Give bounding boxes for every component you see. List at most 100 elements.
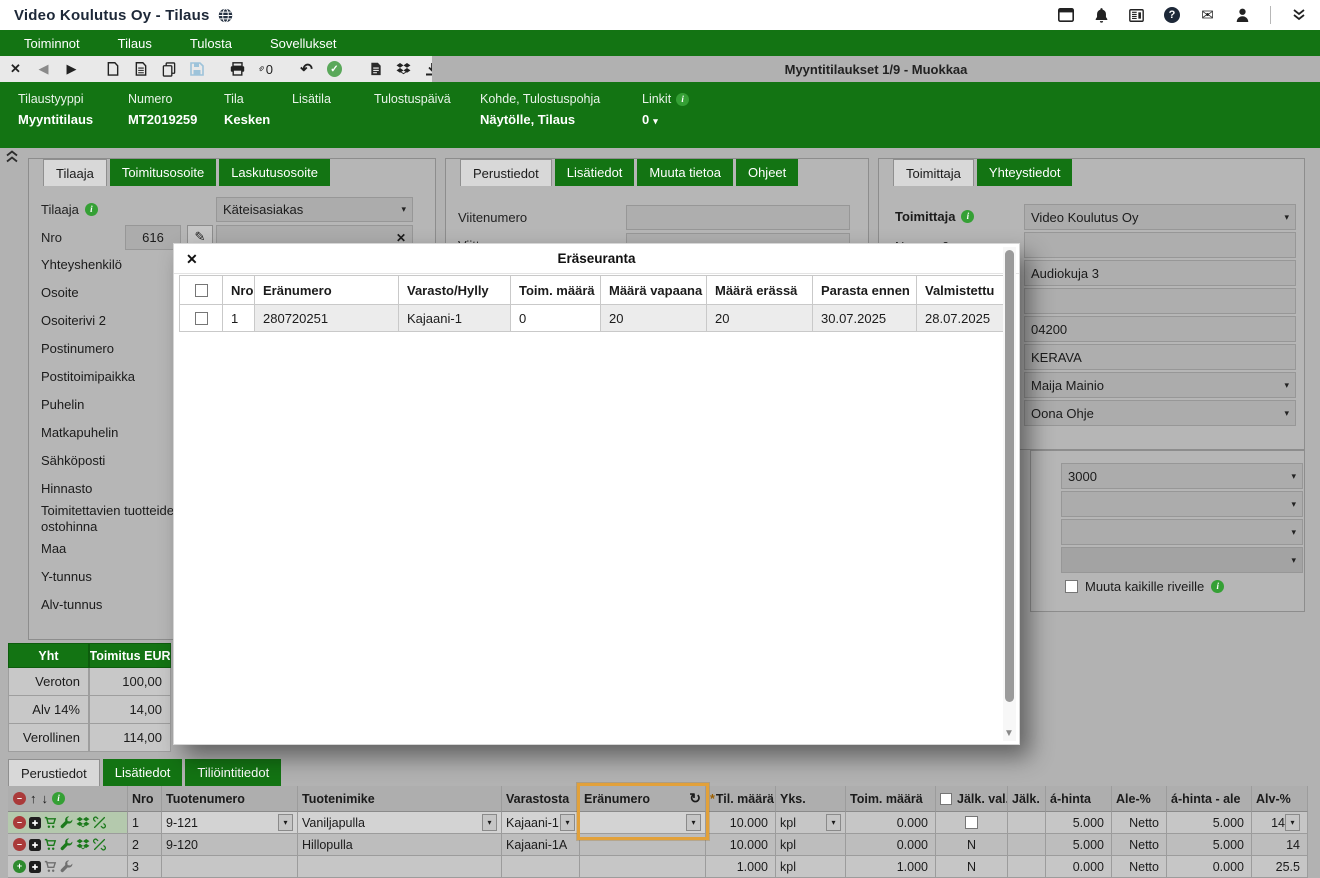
chevron-down-icon[interactable]: ▾ xyxy=(395,204,406,215)
copy-document-icon[interactable] xyxy=(161,62,176,77)
dropdown-arrow-icon[interactable]: ▾ xyxy=(1285,814,1300,831)
chevron-down-icon[interactable]: ▾ xyxy=(1278,212,1289,223)
wrench-icon[interactable] xyxy=(60,816,73,829)
open-document-icon[interactable] xyxy=(133,62,148,76)
cell-eranumero xyxy=(580,834,706,856)
jalk-val-header-checkbox[interactable] xyxy=(940,793,952,805)
dropdown-arrow-icon[interactable]: ▾ xyxy=(686,814,701,831)
copy-row-icon[interactable] xyxy=(29,817,41,829)
tab-laskutusosoite[interactable]: Laskutusosoite xyxy=(219,159,330,186)
mail-icon[interactable]: ✉ xyxy=(1200,8,1215,23)
chevron-down-icon[interactable]: ▾ xyxy=(1278,380,1289,391)
tab-lines-lisatiedot[interactable]: Lisätiedot xyxy=(103,759,183,786)
undo-icon[interactable]: ↶ xyxy=(299,62,314,77)
move-up-arrow-icon[interactable]: ↑ xyxy=(29,791,38,806)
menu-tulosta[interactable]: Tulosta xyxy=(190,36,232,51)
header-field-5: Kohde, TulostuspohjaNäytölle, Tilaus xyxy=(480,92,628,148)
customer-select-combobox[interactable]: Käteisasiakas▾ xyxy=(216,197,413,222)
unlink-icon[interactable] xyxy=(93,838,106,851)
copy-row-icon[interactable] xyxy=(29,839,41,851)
chevron-down-icon[interactable]: ▾ xyxy=(1285,471,1296,482)
dropbox-icon[interactable] xyxy=(76,839,90,851)
notifications-bell-icon[interactable] xyxy=(1094,8,1109,23)
tab-lines-tiliointitiedot[interactable]: Tiliöintitiedot xyxy=(185,759,281,786)
cell-eranumero[interactable]: ▾ xyxy=(580,812,706,834)
tab-perustiedot[interactable]: Perustiedot xyxy=(460,159,552,186)
modal-scrollbar[interactable]: ▼ xyxy=(1003,247,1016,741)
row-default-field-0[interactable]: 3000▾ xyxy=(1061,463,1303,489)
new-document-icon[interactable] xyxy=(105,62,120,76)
cell-yks[interactable]: kpl▾ xyxy=(776,812,846,834)
dropdown-arrow-icon[interactable]: ▾ xyxy=(482,814,497,831)
cell-tuotenumero[interactable]: 9-121▾ xyxy=(162,812,298,834)
approve-icon[interactable]: ✓ xyxy=(327,61,342,77)
tab-muuta-tietoa[interactable]: Muuta tietoa xyxy=(637,159,733,186)
print-icon[interactable] xyxy=(230,62,245,76)
cell-tuotenimike[interactable]: Vaniljapulla▾ xyxy=(298,812,502,834)
chevron-down-icon[interactable]: ▾ xyxy=(1285,527,1296,538)
row-default-field-1[interactable]: ▾ xyxy=(1061,491,1303,517)
dropdown-arrow-icon[interactable]: ▾ xyxy=(826,814,841,831)
apply-all-rows-checkbox[interactable] xyxy=(1065,580,1078,593)
wrench-icon[interactable] xyxy=(60,860,73,873)
cart-icon[interactable] xyxy=(44,838,57,851)
previous-record-icon[interactable]: ◀ xyxy=(36,61,51,77)
modal-scrollbar-thumb[interactable] xyxy=(1005,250,1014,702)
close-record-icon[interactable]: ✕ xyxy=(8,61,23,77)
collapse-panel-chevron-icon[interactable] xyxy=(5,150,19,166)
dropbox-icon[interactable] xyxy=(76,817,90,829)
tab-toimittaja[interactable]: Toimittaja xyxy=(893,159,974,186)
tab-tilaaja[interactable]: Tilaaja xyxy=(43,159,107,186)
collapse-header-chevron-icon[interactable] xyxy=(1291,9,1306,21)
cart-icon[interactable] xyxy=(44,816,57,829)
cell-alv_pros[interactable]: 14▾ xyxy=(1252,812,1308,834)
help-icon[interactable]: ? xyxy=(1164,7,1180,23)
user-icon[interactable] xyxy=(1235,8,1250,22)
cell-a_hinta: 5.000 xyxy=(1046,812,1112,834)
unlink-icon[interactable] xyxy=(93,816,106,829)
tab-lines-perustiedot[interactable]: Perustiedot xyxy=(8,759,100,786)
menu-toiminnot[interactable]: Toiminnot xyxy=(24,36,80,51)
remove-row-icon[interactable]: – xyxy=(13,838,26,851)
move-down-arrow-icon[interactable]: ↓ xyxy=(41,791,50,806)
wrench-icon[interactable] xyxy=(60,838,73,851)
supplier-field-7[interactable]: Oona Ohje▾ xyxy=(1024,400,1296,426)
jalk-val-checkbox[interactable] xyxy=(965,816,978,829)
tab-yhteystiedot[interactable]: Yhteystiedot xyxy=(977,159,1073,186)
next-record-icon[interactable]: ▶ xyxy=(64,61,79,77)
attachments-icon[interactable]: 0 xyxy=(258,62,273,77)
news-icon[interactable] xyxy=(1129,9,1144,22)
modal-close-x-icon[interactable]: ✕ xyxy=(186,244,198,274)
chevron-down-icon[interactable]: ▾ xyxy=(1285,499,1296,510)
remove-line-icon[interactable]: – xyxy=(13,792,26,805)
chevron-down-icon[interactable]: ▾ xyxy=(1278,408,1289,419)
cart-icon[interactable] xyxy=(44,860,57,873)
modal-scroll-down-icon[interactable]: ▼ xyxy=(1004,728,1014,739)
report-document-icon[interactable] xyxy=(368,62,383,76)
supplier-field-6[interactable]: Maija Mainio▾ xyxy=(1024,372,1296,398)
tab-toimitusosoite[interactable]: Toimitusosoite xyxy=(110,159,216,186)
row-select-checkbox[interactable] xyxy=(195,312,208,325)
tab-ohjeet[interactable]: Ohjeet xyxy=(736,159,798,186)
row-default-field-3[interactable]: ▾ xyxy=(1061,547,1303,573)
viitenumero-input[interactable] xyxy=(626,205,850,230)
remove-row-icon[interactable]: – xyxy=(13,816,26,829)
cell-varastosta[interactable]: Kajaani-1▾ xyxy=(502,812,580,834)
add-row-icon[interactable]: + xyxy=(13,860,26,873)
header-field-value[interactable]: 0▾ xyxy=(642,112,702,128)
dropbox-icon[interactable] xyxy=(396,63,411,76)
refresh-icon[interactable]: ↻ xyxy=(685,790,701,807)
row-default-field-2[interactable]: ▾ xyxy=(1061,519,1303,545)
dropdown-arrow-icon[interactable]: ▾ xyxy=(560,814,575,831)
chevron-down-icon[interactable]: ▾ xyxy=(1285,555,1296,566)
chevron-down-icon[interactable]: ▾ xyxy=(653,116,658,126)
menu-tilaus[interactable]: Tilaus xyxy=(118,36,152,51)
window-switch-icon[interactable] xyxy=(1058,8,1074,22)
menu-sovellukset[interactable]: Sovellukset xyxy=(270,36,336,51)
tab-lisatiedot[interactable]: Lisätiedot xyxy=(555,159,635,186)
supplier-field-0[interactable]: Video Koulutus Oy▾ xyxy=(1024,204,1296,230)
select-all-checkbox[interactable] xyxy=(195,284,208,297)
dropdown-arrow-icon[interactable]: ▾ xyxy=(278,814,293,831)
copy-row-icon[interactable] xyxy=(29,861,41,873)
save-icon[interactable] xyxy=(189,62,204,76)
